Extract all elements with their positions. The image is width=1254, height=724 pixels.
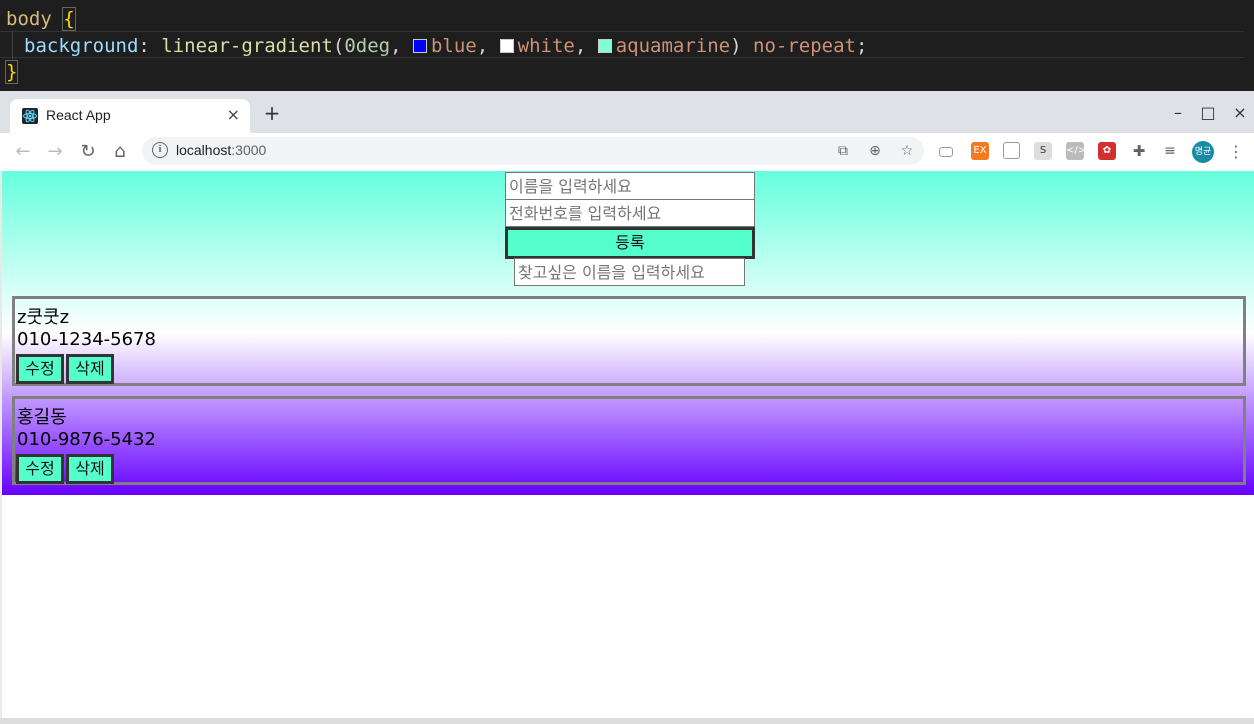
contact-card: z쿳쿳z 010-1234-5678 수정 삭제 bbox=[12, 296, 1246, 386]
react-logo-icon bbox=[22, 108, 38, 124]
new-tab-button[interactable]: + bbox=[262, 103, 282, 123]
contact-card: 홍길동 010-9876-5432 수정 삭제 bbox=[12, 396, 1246, 485]
maximize-button[interactable]: □ bbox=[1198, 103, 1218, 122]
css-function: linear-gradient bbox=[161, 35, 333, 57]
css-color-3: aquamarine bbox=[615, 35, 731, 57]
css-color-2: white bbox=[517, 35, 575, 57]
browser-toolbar: ← → ↻ ⌂ i localhost:3000 ⧉ ⊕ ☆ EX S </> … bbox=[0, 133, 1254, 171]
cast-icon[interactable] bbox=[939, 147, 953, 157]
window-icon[interactable] bbox=[1003, 142, 1020, 159]
red-extension-icon[interactable]: ✿ bbox=[1098, 142, 1116, 160]
browser-chrome: React App × + – □ × ← → ↻ ⌂ i localhost:… bbox=[0, 91, 1254, 171]
code-line-1: body { bbox=[6, 6, 76, 32]
search-input[interactable] bbox=[514, 258, 745, 286]
contact-phone: 010-1234-5678 bbox=[17, 329, 156, 350]
app-root: 등록 z쿳쿳z 010-1234-5678 수정 삭제 홍길동 010-9876… bbox=[2, 171, 1254, 495]
code-extension-icon[interactable]: </> bbox=[1066, 142, 1086, 160]
tab-title: React App bbox=[46, 107, 111, 123]
translate-icon[interactable]: ⧉ bbox=[834, 142, 852, 160]
color-swatch-aquamarine[interactable] bbox=[597, 39, 612, 53]
tab-close-icon[interactable]: × bbox=[227, 105, 240, 124]
ex-extension-icon[interactable]: EX bbox=[971, 142, 989, 160]
register-button[interactable]: 등록 bbox=[505, 227, 755, 259]
url-port: :3000 bbox=[231, 142, 267, 158]
zoom-icon[interactable]: ⊕ bbox=[866, 142, 884, 160]
css-repeat: no-repeat bbox=[753, 35, 856, 57]
indent-guide bbox=[12, 31, 13, 59]
forward-arrow-icon[interactable]: → bbox=[44, 141, 66, 163]
reading-list-icon[interactable]: ≡ bbox=[1161, 142, 1179, 160]
minimize-button[interactable]: – bbox=[1168, 103, 1188, 122]
css-property: background bbox=[24, 35, 139, 57]
info-icon[interactable]: i bbox=[152, 142, 168, 158]
window-bottom-edge bbox=[0, 718, 1254, 724]
delete-button[interactable]: 삭제 bbox=[66, 354, 114, 384]
code-line-2: background: linear-gradient(0deg, blue, … bbox=[24, 35, 868, 57]
page-viewport: 등록 z쿳쿳z 010-1234-5678 수정 삭제 홍길동 010-9876… bbox=[2, 171, 1254, 720]
star-icon[interactable]: ☆ bbox=[898, 142, 916, 160]
edit-button[interactable]: 수정 bbox=[16, 454, 64, 484]
profile-avatar[interactable]: 명균 bbox=[1192, 141, 1214, 163]
address-bar[interactable]: i localhost:3000 ⧉ ⊕ ☆ bbox=[142, 137, 924, 165]
browser-tab[interactable]: React App × bbox=[10, 99, 250, 133]
url-text[interactable]: localhost:3000 bbox=[176, 142, 266, 158]
contact-phone: 010-9876-5432 bbox=[17, 429, 156, 450]
close-brace: } bbox=[4, 60, 19, 84]
code-editor: body { background: linear-gradient(0deg,… bbox=[0, 0, 1254, 91]
puzzle-icon[interactable]: ✚ bbox=[1130, 142, 1148, 160]
open-brace: { bbox=[62, 7, 76, 31]
reload-icon[interactable]: ↻ bbox=[77, 141, 99, 163]
name-input[interactable] bbox=[505, 172, 755, 200]
css-color-1: blue bbox=[430, 35, 477, 57]
home-icon[interactable]: ⌂ bbox=[109, 141, 131, 163]
close-window-button[interactable]: × bbox=[1230, 103, 1250, 122]
code-line-3: } bbox=[4, 59, 19, 85]
back-arrow-icon[interactable]: ← bbox=[12, 141, 34, 163]
contact-name: 홍길동 bbox=[17, 407, 67, 428]
phone-input[interactable] bbox=[505, 199, 755, 227]
css-angle: 0deg bbox=[344, 35, 391, 57]
css-selector: body bbox=[6, 8, 52, 30]
url-host: localhost bbox=[176, 142, 232, 158]
s-extension-icon[interactable]: S bbox=[1034, 142, 1052, 160]
contact-name: z쿳쿳z bbox=[17, 307, 70, 328]
color-swatch-blue[interactable] bbox=[412, 39, 427, 53]
menu-dots-icon[interactable]: ⋮ bbox=[1228, 141, 1244, 163]
edit-button[interactable]: 수정 bbox=[16, 354, 64, 384]
delete-button[interactable]: 삭제 bbox=[66, 454, 114, 484]
editor-line-divider bbox=[0, 31, 1244, 32]
color-swatch-white[interactable] bbox=[499, 39, 514, 53]
